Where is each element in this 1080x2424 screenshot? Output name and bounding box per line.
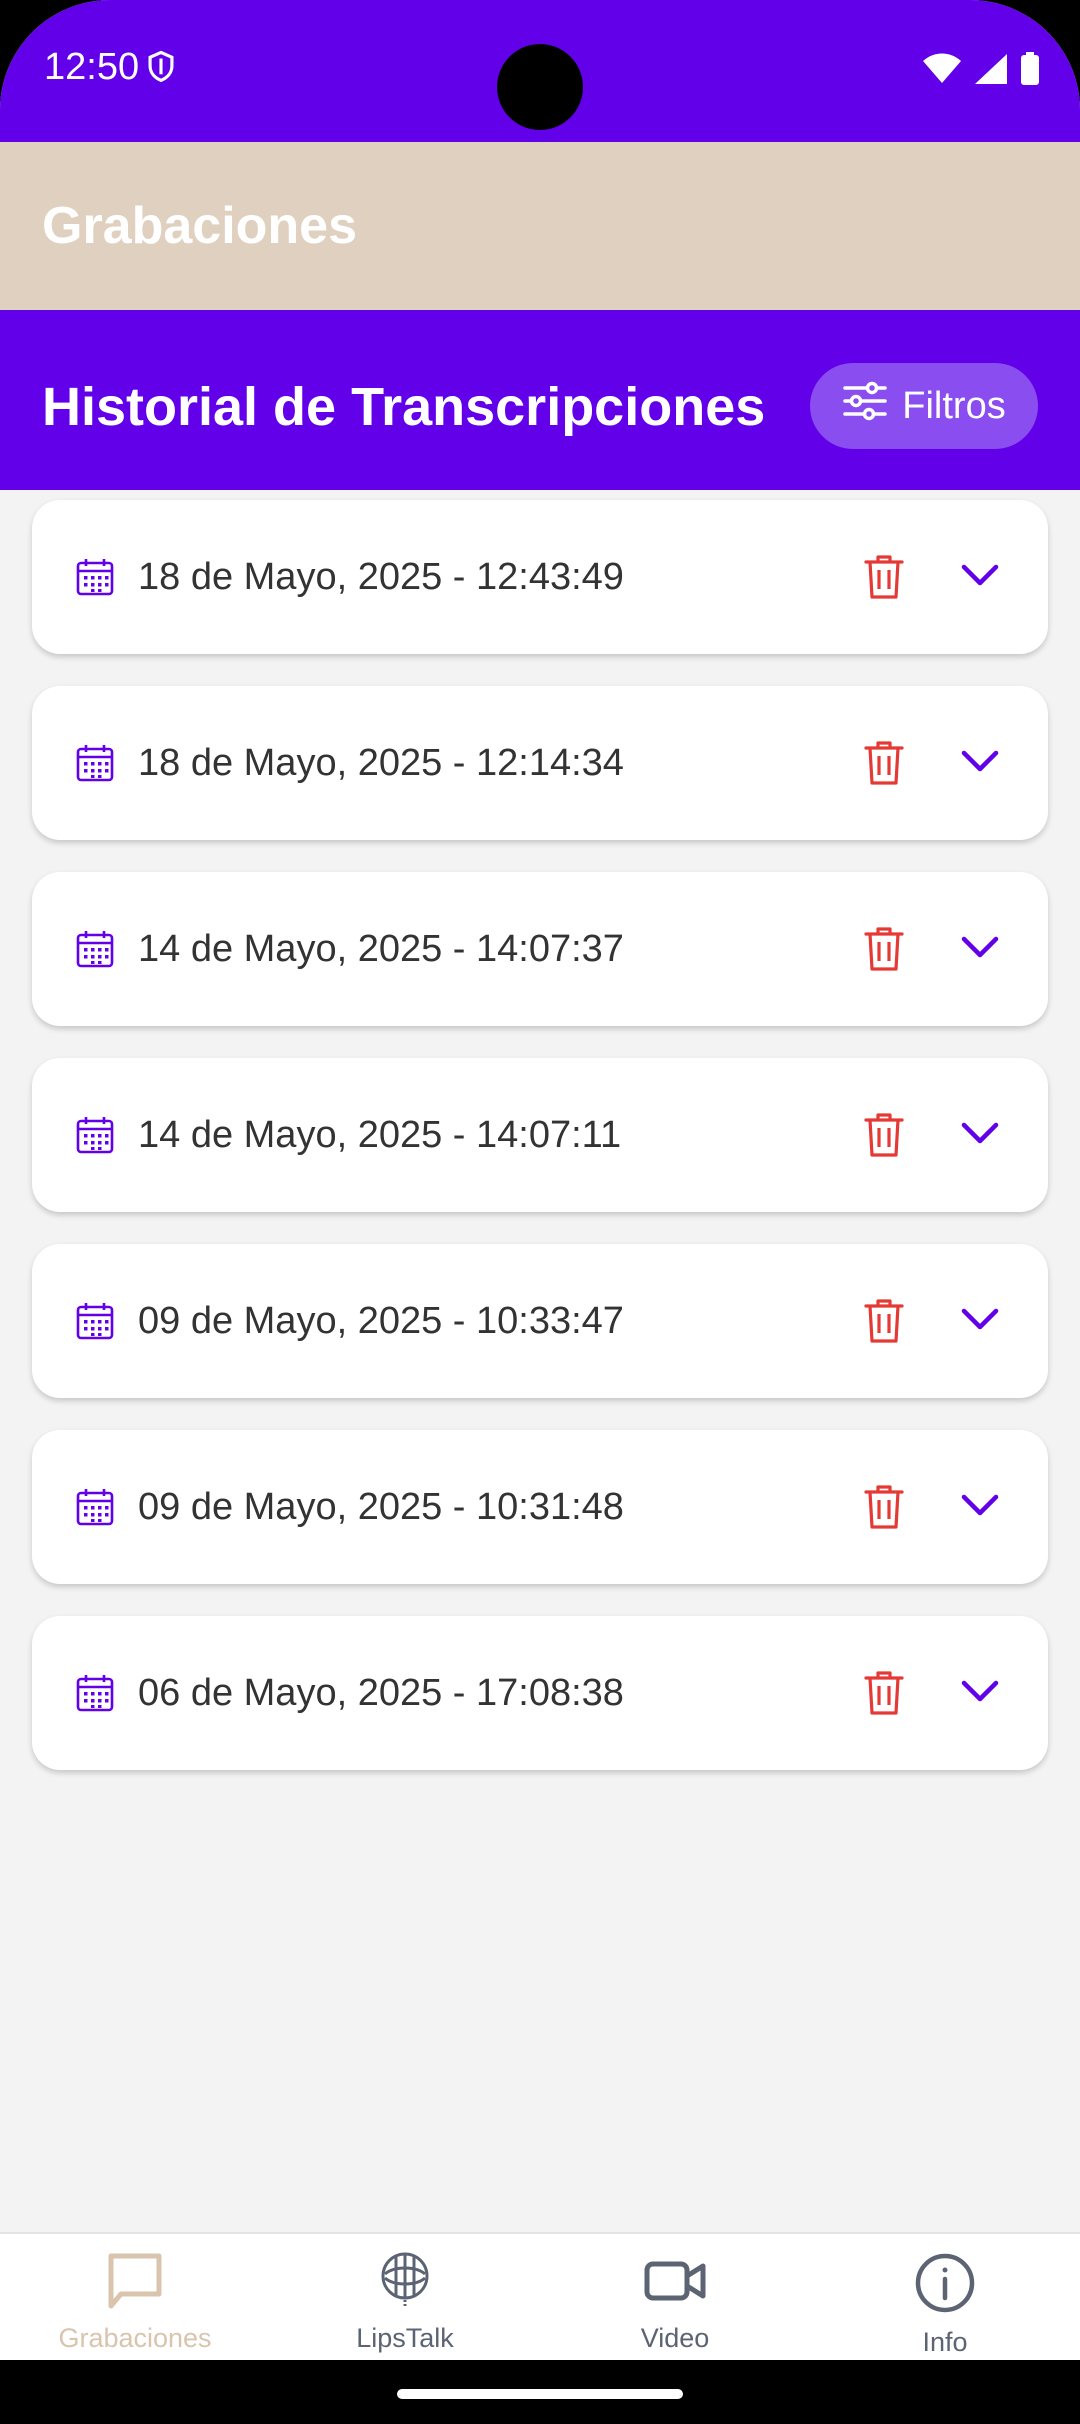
recording-date: 14 de Mayo, 2025 - 14:07:37 [138, 928, 624, 970]
status-time: 12:50 [44, 46, 140, 88]
battery-icon [1020, 52, 1040, 91]
calendar-icon [76, 1488, 114, 1531]
filter-button[interactable]: Filtros [810, 363, 1038, 449]
recording-card[interactable]: 09 de Mayo, 2025 - 10:31:48 [32, 1430, 1048, 1584]
page-title: Historial de Transcripciones [42, 377, 766, 437]
calendar-icon [76, 1302, 114, 1345]
nav-label: Grabaciones [58, 2323, 212, 2353]
recording-card[interactable]: 18 de Mayo, 2025 - 12:43:49 [32, 500, 1048, 654]
calendar-icon [76, 1116, 114, 1159]
status-bar: 12:50 [0, 0, 1080, 142]
nav-label: Info [922, 2327, 968, 2357]
trash-icon[interactable] [864, 1298, 904, 1349]
calendar-icon [76, 930, 114, 973]
history-header: Historial de Transcripciones Filtros [0, 310, 1080, 490]
nav-item-lipstalk[interactable]: LipsTalk [270, 2252, 540, 2354]
chevron-down-icon[interactable] [960, 1492, 1000, 1525]
nav-label: LipsTalk [356, 2323, 454, 2353]
recordings-list: 18 de Mayo, 2025 - 12:43:49 18 de Mayo, … [32, 500, 1048, 1802]
nav-item-video[interactable]: Video [540, 2252, 810, 2354]
chevron-down-icon[interactable] [960, 1120, 1000, 1153]
calendar-icon [76, 744, 114, 787]
recording-date: 18 de Mayo, 2025 - 12:14:34 [138, 742, 624, 784]
chat-bubble-icon [105, 2253, 165, 2314]
recording-date: 09 de Mayo, 2025 - 10:33:47 [138, 1300, 624, 1342]
calendar-icon [76, 558, 114, 601]
sliders-icon [842, 381, 888, 431]
recording-card[interactable]: 18 de Mayo, 2025 - 12:14:34 [32, 686, 1048, 840]
chevron-down-icon[interactable] [960, 1306, 1000, 1339]
bottom-nav: Grabaciones LipsTalk Video Info [0, 2232, 1080, 2360]
video-camera-icon [643, 2261, 707, 2314]
nav-item-grabaciones[interactable]: Grabaciones [0, 2252, 270, 2354]
filter-label: Filtros [902, 384, 1006, 427]
trash-icon[interactable] [864, 926, 904, 977]
calendar-icon [76, 1674, 114, 1717]
recording-card[interactable]: 06 de Mayo, 2025 - 17:08:38 [32, 1616, 1048, 1770]
lips-logo-icon [376, 2252, 434, 2314]
chevron-down-icon[interactable] [960, 748, 1000, 781]
screen: 12:50 Grabaciones Historial de Transcrip… [0, 0, 1080, 2360]
recording-date: 18 de Mayo, 2025 - 12:43:49 [138, 556, 624, 598]
status-icons [922, 52, 1040, 91]
trash-icon[interactable] [864, 1484, 904, 1535]
trash-icon[interactable] [864, 740, 904, 791]
recording-card[interactable]: 14 de Mayo, 2025 - 14:07:11 [32, 1058, 1048, 1212]
recording-date: 09 de Mayo, 2025 - 10:31:48 [138, 1486, 624, 1528]
trash-icon[interactable] [864, 554, 904, 605]
recording-card[interactable]: 09 de Mayo, 2025 - 10:33:47 [32, 1244, 1048, 1398]
chevron-down-icon[interactable] [960, 934, 1000, 967]
trash-icon[interactable] [864, 1112, 904, 1163]
nav-item-info[interactable]: Info [810, 2252, 1080, 2358]
front-camera [497, 44, 583, 130]
recording-date: 14 de Mayo, 2025 - 14:07:11 [138, 1114, 622, 1156]
nav-label: Video [640, 2323, 710, 2353]
trash-icon[interactable] [864, 1670, 904, 1721]
chevron-down-icon[interactable] [960, 562, 1000, 595]
signal-icon [974, 53, 1008, 90]
chevron-down-icon[interactable] [960, 1678, 1000, 1711]
info-icon [914, 2253, 976, 2318]
app-bar-title: Grabaciones [42, 197, 358, 255]
wifi-icon [922, 53, 962, 90]
recording-date: 06 de Mayo, 2025 - 17:08:38 [138, 1672, 624, 1714]
shield-icon [146, 50, 176, 89]
recording-card[interactable]: 14 de Mayo, 2025 - 14:07:37 [32, 872, 1048, 1026]
home-indicator[interactable] [397, 2389, 683, 2399]
app-bar: Grabaciones [0, 142, 1080, 310]
